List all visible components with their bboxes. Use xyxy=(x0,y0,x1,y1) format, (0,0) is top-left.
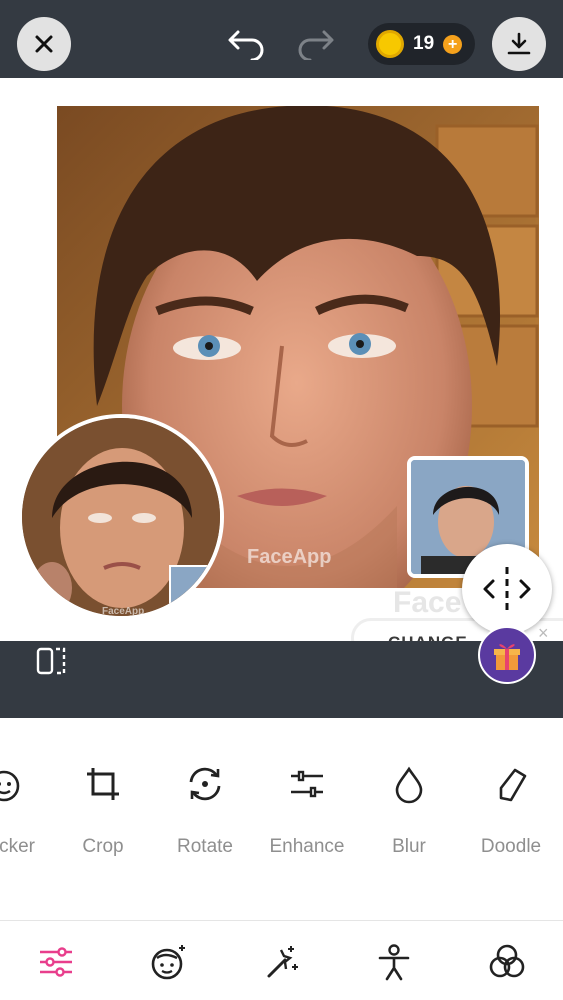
tool-doodle[interactable]: Doodle xyxy=(461,760,561,858)
coins-counter[interactable]: 19 + xyxy=(368,23,475,65)
tool-label: cker xyxy=(0,836,35,857)
blur-icon xyxy=(395,766,423,804)
undo-button[interactable] xyxy=(224,22,268,66)
tool-label: Doodle xyxy=(480,836,542,857)
coin-icon xyxy=(376,30,404,58)
rotate-icon xyxy=(189,767,221,801)
face-icon xyxy=(151,945,185,980)
editor-screen: 19 + FaceApp Face × FaceApp cker Crop Ro… xyxy=(0,0,563,1000)
nav-body[interactable] xyxy=(369,939,419,985)
filters-icon xyxy=(489,944,525,978)
magic-wand-icon xyxy=(267,946,298,978)
body-icon xyxy=(378,944,410,981)
tool-rotate[interactable]: Rotate xyxy=(155,760,255,858)
original-photo xyxy=(22,418,220,616)
layers-icon xyxy=(36,647,66,675)
watermark-text: FaceApp xyxy=(247,546,332,568)
tool-enhance[interactable]: Enhance xyxy=(257,760,357,858)
undo-icon xyxy=(228,30,264,60)
tool-strip: cker Crop Rotate Enhance Blur Doodle xyxy=(0,760,563,880)
gift-button[interactable] xyxy=(478,626,536,684)
bottom-nav xyxy=(0,921,563,1000)
redo-button[interactable] xyxy=(294,22,338,66)
close-icon xyxy=(35,35,53,53)
watermark-large: Face xyxy=(393,586,462,619)
nav-adjust[interactable] xyxy=(31,939,81,985)
compare-slider-handle[interactable] xyxy=(462,544,552,634)
tool-crop[interactable]: Crop xyxy=(53,760,153,858)
download-button[interactable] xyxy=(492,17,546,71)
nav-face[interactable] xyxy=(144,939,194,985)
crop-icon xyxy=(87,768,119,800)
original-compare-circle[interactable]: FaceApp xyxy=(18,414,224,620)
sticker-icon xyxy=(0,770,20,802)
tool-label: Rotate xyxy=(177,836,233,857)
download-icon xyxy=(507,32,531,55)
watermark-small-text: FaceApp xyxy=(102,606,145,617)
close-ad-icon[interactable]: × xyxy=(538,623,549,641)
adjust-icon xyxy=(40,947,72,977)
add-coins-icon[interactable]: + xyxy=(443,34,463,54)
gift-icon xyxy=(494,644,520,670)
tool-sticker[interactable]: cker xyxy=(0,760,54,858)
tool-blur[interactable]: Blur xyxy=(359,760,459,858)
tool-label: Enhance xyxy=(269,836,345,857)
coin-count: 19 xyxy=(413,33,435,54)
enhance-icon xyxy=(291,770,323,798)
redo-icon xyxy=(298,30,334,60)
close-button[interactable] xyxy=(17,17,71,71)
tool-label: Crop xyxy=(82,836,124,857)
top-bar: 19 + xyxy=(0,0,563,78)
photo-canvas: FaceApp Face CHANGE × FaceApp xyxy=(0,78,563,641)
nav-filters[interactable] xyxy=(482,939,532,985)
split-arrows-icon xyxy=(483,567,531,611)
nav-magic[interactable] xyxy=(256,939,306,985)
layers-button[interactable] xyxy=(32,641,72,681)
doodle-icon xyxy=(499,768,527,802)
tool-label: Blur xyxy=(392,836,426,857)
